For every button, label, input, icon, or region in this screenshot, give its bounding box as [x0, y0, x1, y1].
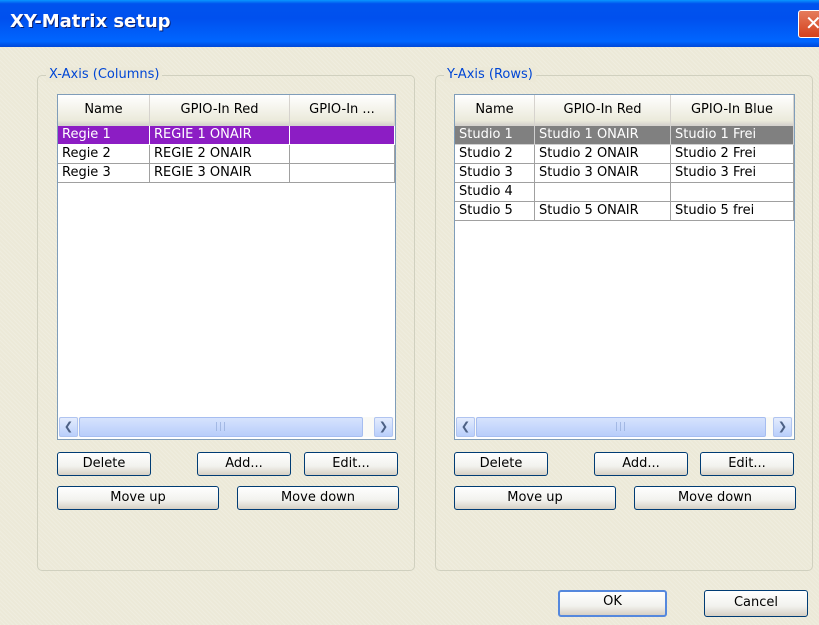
- y-add-button[interactable]: Add...: [594, 452, 688, 476]
- y-edit-button[interactable]: Edit...: [700, 452, 794, 476]
- ok-button[interactable]: OK: [558, 590, 667, 617]
- table-cell: Studio 4: [455, 183, 535, 202]
- scroll-thumb[interactable]: |||: [476, 417, 766, 437]
- y-axis-list-header: Name GPIO-In Red GPIO-In Blue: [455, 95, 794, 126]
- close-button[interactable]: ✕: [798, 10, 819, 38]
- table-cell: REGIE 2 ONAIR: [150, 145, 290, 164]
- table-cell: [290, 126, 395, 145]
- table-cell: Studio 5 ONAIR: [535, 202, 671, 221]
- y-move-down-button[interactable]: Move down: [634, 486, 796, 510]
- y-col-name-header[interactable]: Name: [455, 95, 535, 125]
- scroll-thumb[interactable]: |||: [79, 417, 363, 437]
- x-axis-list[interactable]: Name GPIO-In Red GPIO-In ... Regie 1 REG…: [57, 94, 396, 440]
- x-col-name-header[interactable]: Name: [58, 95, 150, 125]
- window-title: XY-Matrix setup: [10, 11, 171, 32]
- close-icon: ✕: [805, 11, 819, 35]
- scroll-left-icon[interactable]: ❮: [456, 417, 475, 437]
- y-axis-horizontal-scrollbar[interactable]: ❮ ||| ❯: [456, 417, 793, 437]
- table-cell: Studio 3: [455, 164, 535, 183]
- table-cell: Regie 1: [58, 126, 150, 145]
- table-cell: Studio 2 ONAIR: [535, 145, 671, 164]
- y-axis-group-title: Y-Axis (Rows): [444, 67, 536, 82]
- table-cell: Regie 2: [58, 145, 150, 164]
- table-cell: Studio 1: [455, 126, 535, 145]
- x-delete-button[interactable]: Delete: [57, 452, 151, 476]
- table-cell: REGIE 1 ONAIR: [150, 126, 290, 145]
- cancel-button[interactable]: Cancel: [704, 590, 808, 617]
- table-cell: Studio 3 Frei: [671, 164, 794, 183]
- table-cell: Studio 2: [455, 145, 535, 164]
- y-col-gpio-red-header[interactable]: GPIO-In Red: [535, 95, 671, 125]
- dialog-body: X-Axis (Columns) Name GPIO-In Red GPIO-I…: [0, 47, 819, 625]
- y-axis-list[interactable]: Name GPIO-In Red GPIO-In Blue Studio 1 S…: [454, 94, 795, 440]
- x-col-gpio-blue-header[interactable]: GPIO-In ...: [290, 95, 395, 125]
- y-move-up-button[interactable]: Move up: [454, 486, 616, 510]
- table-cell: Studio 2 Frei: [671, 145, 794, 164]
- y-col-gpio-blue-header[interactable]: GPIO-In Blue: [671, 95, 794, 125]
- x-axis-list-header: Name GPIO-In Red GPIO-In ...: [58, 95, 395, 126]
- x-axis-group: X-Axis (Columns) Name GPIO-In Red GPIO-I…: [37, 67, 415, 571]
- table-cell: Regie 3: [58, 164, 150, 183]
- title-bar[interactable]: XY-Matrix setup ✕: [0, 0, 819, 47]
- x-move-up-button[interactable]: Move up: [57, 486, 219, 510]
- table-cell: Studio 1 ONAIR: [535, 126, 671, 145]
- table-cell: Studio 3 ONAIR: [535, 164, 671, 183]
- x-axis-horizontal-scrollbar[interactable]: ❮ ||| ❯: [59, 417, 394, 437]
- y-delete-button[interactable]: Delete: [454, 452, 548, 476]
- y-axis-group: Y-Axis (Rows) Name GPIO-In Red GPIO-In B…: [435, 67, 813, 571]
- x-col-gpio-red-header[interactable]: GPIO-In Red: [150, 95, 290, 125]
- table-cell: [290, 164, 395, 183]
- x-add-button[interactable]: Add...: [197, 452, 291, 476]
- table-cell: [671, 183, 794, 202]
- table-cell: REGIE 3 ONAIR: [150, 164, 290, 183]
- scroll-left-icon[interactable]: ❮: [59, 417, 78, 437]
- table-cell: [535, 183, 671, 202]
- scroll-right-icon[interactable]: ❯: [773, 417, 792, 437]
- table-cell: Studio 5: [455, 202, 535, 221]
- table-cell: [290, 145, 395, 164]
- table-cell: Studio 5 frei: [671, 202, 794, 221]
- scroll-right-icon[interactable]: ❯: [374, 417, 393, 437]
- x-edit-button[interactable]: Edit...: [304, 452, 398, 476]
- x-axis-group-title: X-Axis (Columns): [46, 67, 163, 82]
- x-move-down-button[interactable]: Move down: [237, 486, 399, 510]
- table-cell: Studio 1 Frei: [671, 126, 794, 145]
